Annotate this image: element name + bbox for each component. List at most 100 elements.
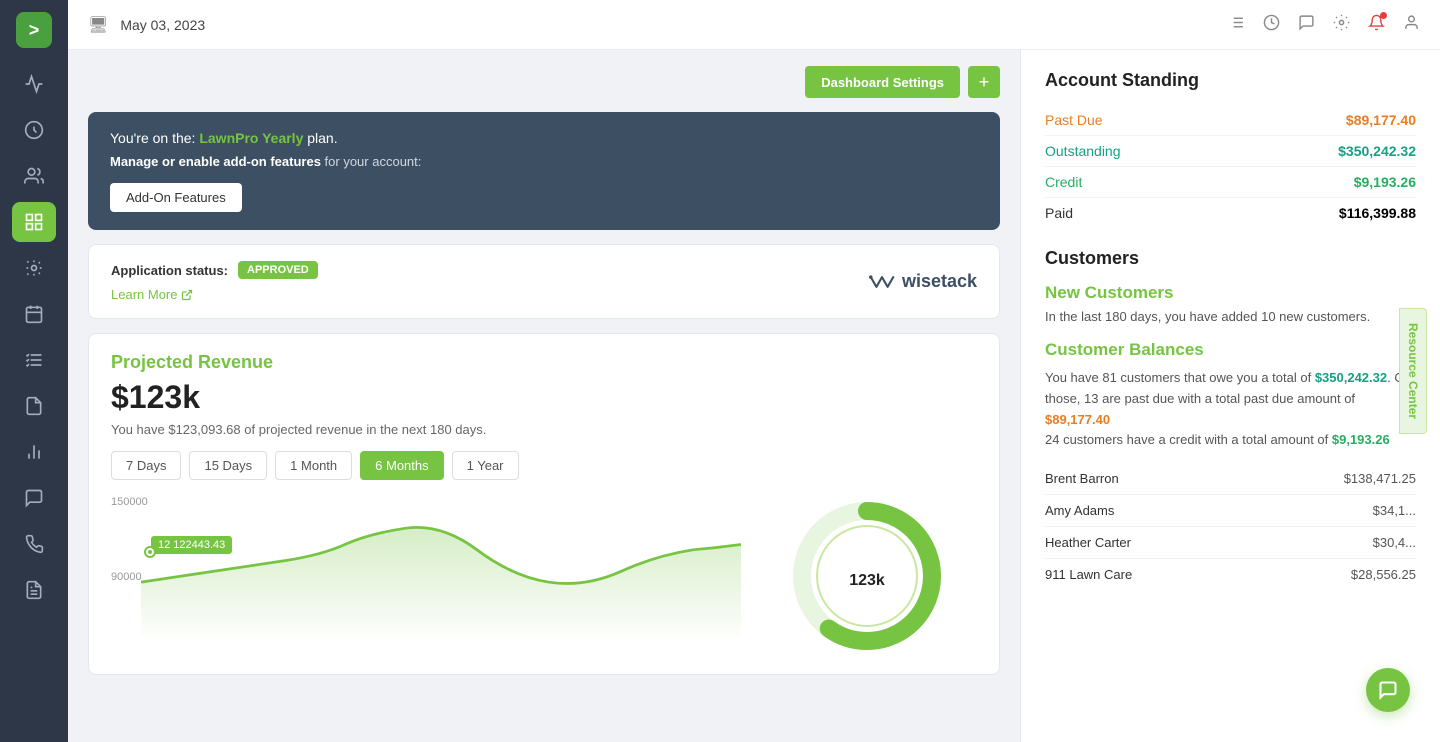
donut-chart: 123k <box>757 496 977 656</box>
dashboard-settings-bar: Dashboard Settings + <box>88 66 1000 98</box>
new-customers-title: New Customers <box>1045 283 1416 303</box>
customer-name-amy: Amy Adams <box>1045 503 1114 518</box>
topbar: 🖥 May 03, 2023 <box>68 0 1440 50</box>
time-filters: 7 Days 15 Days 1 Month 6 Months 1 Year <box>111 451 977 480</box>
standing-row-credit: Credit $9,193.26 <box>1045 167 1416 198</box>
plan-banner-title: You're on the: LawnPro Yearly plan. <box>110 130 978 146</box>
standing-row-pastdue: Past Due $89,177.40 <box>1045 105 1416 136</box>
customer-balances-title: Customer Balances <box>1045 340 1416 360</box>
customer-rows: Brent Barron $138,471.25 Amy Adams $34,1… <box>1045 463 1416 590</box>
customer-balance-911: $28,556.25 <box>1351 567 1416 582</box>
balances-text-3: 24 customers have a credit with a total … <box>1045 432 1332 447</box>
plan-banner: You're on the: LawnPro Yearly plan. Mana… <box>88 112 1000 230</box>
customer-name-911: 911 Lawn Care <box>1045 567 1132 582</box>
filter-1month[interactable]: 1 Month <box>275 451 352 480</box>
revenue-title: Projected Revenue <box>111 352 977 373</box>
gear-icon[interactable] <box>1333 14 1350 36</box>
customer-balance-heather: $30,4... <box>1373 535 1416 550</box>
customer-row-amy: Amy Adams $34,1... <box>1045 495 1416 527</box>
revenue-subtitle: You have $123,093.68 of projected revenu… <box>111 422 977 437</box>
standing-label-pastdue: Past Due <box>1045 112 1103 128</box>
customer-row-911: 911 Lawn Care $28,556.25 <box>1045 559 1416 590</box>
clock-icon[interactable] <box>1263 14 1280 36</box>
new-customers-text: In the last 180 days, you have added 10 … <box>1045 309 1416 324</box>
sidebar-item-notes[interactable] <box>12 570 56 610</box>
customers-section: Customers New Customers In the last 180 … <box>1045 248 1416 590</box>
dashboard-settings-button[interactable]: Dashboard Settings <box>805 66 960 98</box>
standing-row-outstanding: Outstanding $350,242.32 <box>1045 136 1416 167</box>
manage-normal: for your account: <box>321 154 421 169</box>
sidebar-item-settings[interactable] <box>12 248 56 288</box>
sidebar-item-signals[interactable] <box>12 64 56 104</box>
sidebar-item-phone[interactable] <box>12 524 56 564</box>
plan-prefix: You're on the: <box>110 130 199 146</box>
wisetack-logo: wisetack <box>868 271 977 293</box>
monitor-icon: 🖥 <box>88 15 108 35</box>
right-panel: Account Standing Past Due $89,177.40 Out… <box>1020 50 1440 742</box>
plan-name: LawnPro Yearly <box>199 130 303 146</box>
resource-center-tab[interactable]: Resource Center <box>1399 308 1427 434</box>
filter-6months[interactable]: 6 Months <box>360 451 443 480</box>
sidebar-logo[interactable]: > <box>16 12 52 48</box>
sidebar-item-users[interactable] <box>12 156 56 196</box>
wisetack-text: wisetack <box>902 271 977 292</box>
balances-text-1: You have 81 customers that owe you a tot… <box>1045 370 1315 385</box>
balances-amount-1: $350,242.32 <box>1315 370 1387 385</box>
addon-button[interactable]: Add-On Features <box>110 183 242 212</box>
app-status-card: Application status: Approved Learn More … <box>88 244 1000 319</box>
topbar-icons <box>1228 14 1420 36</box>
sidebar: > <box>0 0 68 742</box>
sidebar-item-analytics[interactable] <box>12 432 56 472</box>
learn-more-link[interactable]: Learn More <box>111 287 318 302</box>
standing-value-paid: $116,399.88 <box>1339 205 1416 221</box>
main-container: 🖥 May 03, 2023 <box>68 0 1440 742</box>
customer-name-heather: Heather Carter <box>1045 535 1131 550</box>
standing-value-outstanding: $350,242.32 <box>1338 143 1416 159</box>
sidebar-item-checklist[interactable] <box>12 340 56 380</box>
filter-7days[interactable]: 7 Days <box>111 451 181 480</box>
revenue-card: Projected Revenue $123k You have $123,09… <box>88 333 1000 675</box>
standing-row-paid: Paid $116,399.88 <box>1045 198 1416 228</box>
app-status-left: Application status: Approved Learn More <box>111 261 318 302</box>
sidebar-item-chat[interactable] <box>12 478 56 518</box>
balances-amount-2: $89,177.40 <box>1045 412 1110 427</box>
content-area: Dashboard Settings + You're on the: Lawn… <box>68 50 1440 742</box>
approved-badge: Approved <box>238 261 318 279</box>
app-status-label: Application status: <box>111 263 228 278</box>
customer-row-heather: Heather Carter $30,4... <box>1045 527 1416 559</box>
customer-name-brent: Brent Barron <box>1045 471 1119 486</box>
chat-icon[interactable] <box>1298 14 1315 36</box>
standing-list: Past Due $89,177.40 Outstanding $350,242… <box>1045 105 1416 228</box>
customer-balance-brent: $138,471.25 <box>1344 471 1416 486</box>
standing-value-credit: $9,193.26 <box>1354 174 1416 190</box>
chat-button[interactable] <box>1366 668 1410 712</box>
add-widget-button[interactable]: + <box>968 66 1000 98</box>
topbar-date: May 03, 2023 <box>120 17 1216 33</box>
manage-bold: Manage or enable add-on features <box>110 154 321 169</box>
plan-suffix: plan. <box>303 130 337 146</box>
app-status-row: Application status: Approved <box>111 261 318 279</box>
left-panel: Dashboard Settings + You're on the: Lawn… <box>68 50 1020 742</box>
sidebar-item-documents[interactable] <box>12 386 56 426</box>
revenue-amount: $123k <box>111 379 977 416</box>
filter-15days[interactable]: 15 Days <box>189 451 267 480</box>
chart-svg-wrapper <box>141 496 741 636</box>
account-standing-title: Account Standing <box>1045 70 1416 91</box>
user-icon[interactable] <box>1403 14 1420 36</box>
donut-value: 123k <box>849 560 885 592</box>
sidebar-item-dashboard[interactable] <box>12 202 56 242</box>
sidebar-item-reports[interactable] <box>12 110 56 150</box>
y-label-90: 90000 <box>111 571 142 583</box>
customer-balances-text: You have 81 customers that owe you a tot… <box>1045 368 1416 451</box>
sidebar-item-calendar[interactable] <box>12 294 56 334</box>
customer-balance-amy: $34,1... <box>1373 503 1416 518</box>
filter-1year[interactable]: 1 Year <box>452 451 519 480</box>
list-icon[interactable] <box>1228 14 1245 36</box>
bell-icon[interactable] <box>1368 14 1385 36</box>
standing-value-pastdue: $89,177.40 <box>1346 112 1416 128</box>
standing-label-paid: Paid <box>1045 205 1073 221</box>
standing-label-outstanding: Outstanding <box>1045 143 1121 159</box>
customer-row-brent: Brent Barron $138,471.25 <box>1045 463 1416 495</box>
balances-amount-3: $9,193.26 <box>1332 432 1390 447</box>
standing-label-credit: Credit <box>1045 174 1082 190</box>
